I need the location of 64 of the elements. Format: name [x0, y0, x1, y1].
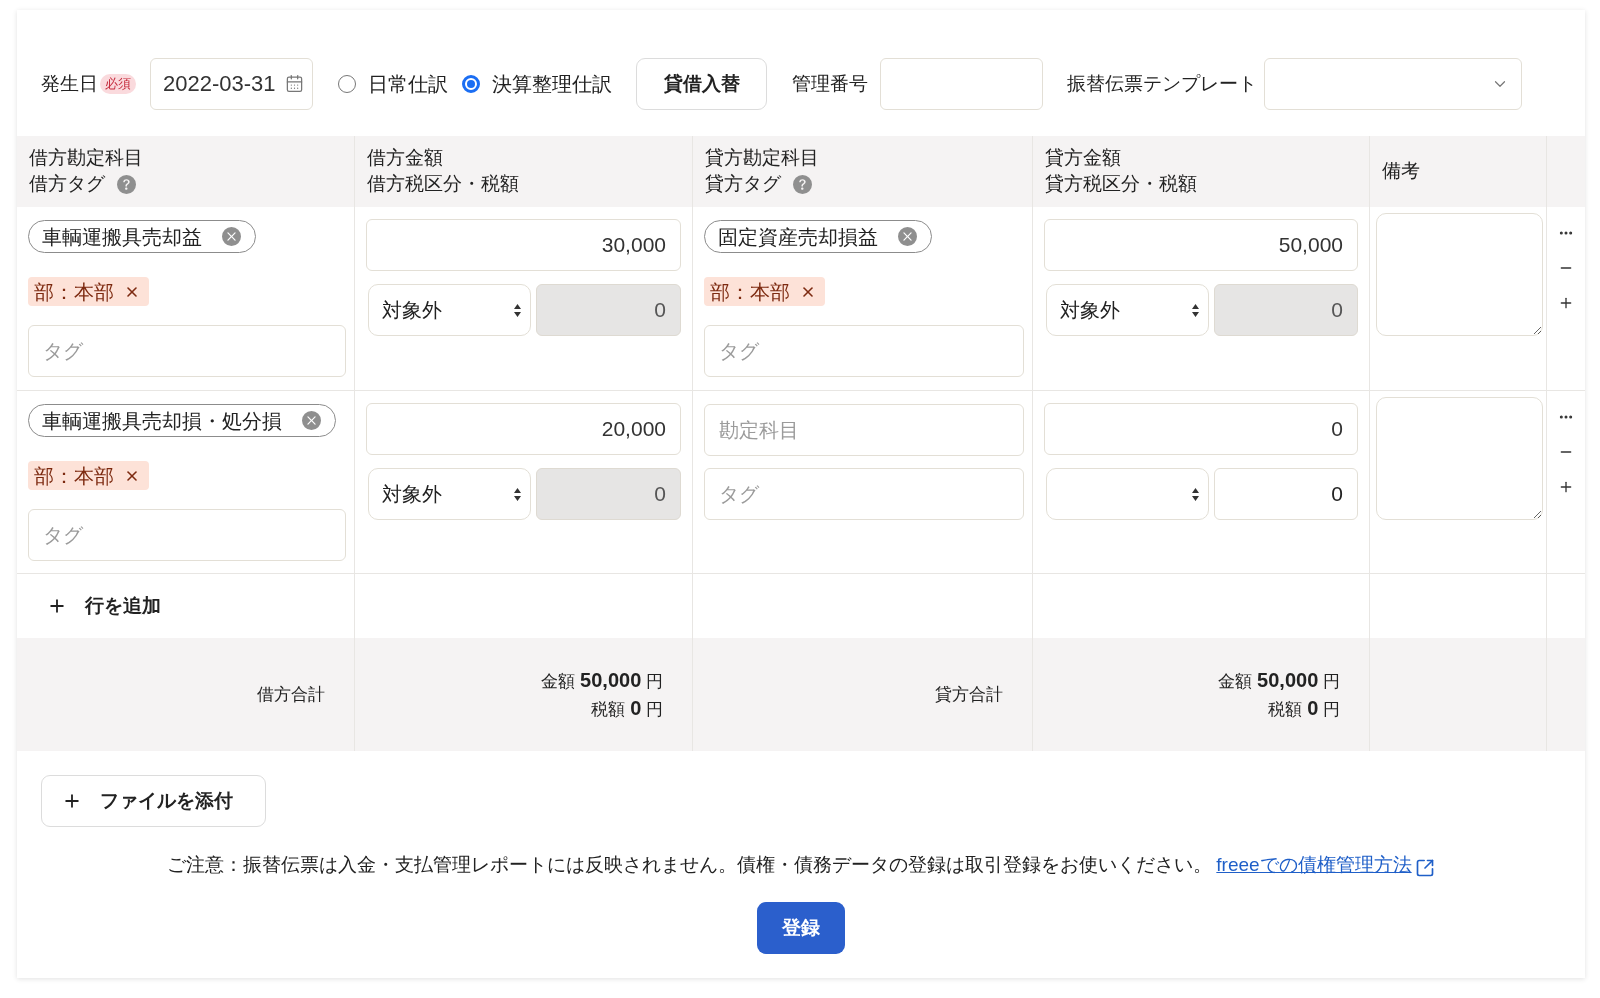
tag-chip: 部：本部: [28, 461, 149, 490]
plus-icon: [62, 791, 82, 811]
tag-field[interactable]: タグ: [28, 509, 346, 561]
updown-arrows-icon: [1192, 303, 1199, 317]
field-label: 管理番号: [792, 71, 868, 96]
help-link[interactable]: freeeでの債権管理方法: [1216, 852, 1412, 878]
add-row-button[interactable]: 行を追加: [47, 591, 161, 621]
tax-field[interactable]: 0: [1214, 468, 1358, 520]
swap-button[interactable]: 貸借入替: [636, 58, 767, 110]
help-icon[interactable]: [793, 175, 812, 194]
updown-arrows-icon: [514, 303, 521, 317]
total-label: 借方合計: [257, 683, 325, 706]
amount-field[interactable]: 30,000: [366, 219, 681, 271]
total-amount: 税額 0 円: [591, 695, 663, 721]
control-number-field[interactable]: [880, 58, 1043, 110]
tax-category-select[interactable]: 対象外: [368, 284, 531, 336]
field-label: 発生日: [41, 71, 98, 96]
updown-arrows-icon: [1192, 487, 1199, 501]
clear-icon[interactable]: [898, 227, 917, 246]
total-amount: 金額 50,000 円: [1218, 667, 1340, 693]
radio-label: 決算整理仕訳: [492, 72, 612, 97]
tax-category-select[interactable]: 対象外: [1046, 284, 1209, 336]
radio-button[interactable]: [462, 75, 480, 93]
plus-icon[interactable]: [1558, 295, 1574, 311]
amount-field[interactable]: 50,000: [1044, 219, 1358, 271]
column-header: 貸方タグ: [705, 172, 781, 197]
clear-icon[interactable]: [302, 411, 321, 430]
tag-field[interactable]: タグ: [704, 468, 1024, 520]
column-header: 借方税区分・税額: [367, 172, 519, 197]
column-header: 貸方税区分・税額: [1045, 172, 1197, 197]
updown-arrows-icon: [514, 487, 521, 501]
column-header: 借方金額: [367, 146, 443, 171]
memo-field[interactable]: [1376, 213, 1543, 336]
date-field[interactable]: 2022-03-31: [150, 58, 313, 110]
radio-label: 日常仕訳: [368, 72, 448, 97]
column-header: 備考: [1382, 159, 1420, 184]
column-header: 借方タグ: [29, 172, 105, 197]
column-header: 借方勘定科目: [29, 146, 143, 171]
tag-field[interactable]: タグ: [28, 325, 346, 377]
total-amount: 金額 50,000 円: [541, 667, 663, 693]
plus-icon: [47, 596, 67, 616]
radio-button[interactable]: [338, 75, 356, 93]
notice-text: ご注意：振替伝票は入金・支払管理レポートには反映されません。債権・債務データの登録は取引登録をお使いください。: [167, 853, 1213, 877]
plus-icon[interactable]: [1558, 479, 1574, 495]
tag-field[interactable]: タグ: [704, 325, 1024, 377]
attach-file-button[interactable]: ファイルを添付: [41, 775, 266, 827]
clear-icon[interactable]: [222, 227, 241, 246]
amount-field[interactable]: 0: [1044, 403, 1358, 455]
field-label: 振替伝票テンプレート: [1067, 71, 1257, 96]
tag-chip: 部：本部: [704, 277, 825, 306]
required-badge: 必須: [100, 74, 136, 94]
tax-category-select[interactable]: 対象外: [368, 468, 531, 520]
memo-field[interactable]: [1376, 397, 1543, 520]
help-icon[interactable]: [117, 175, 136, 194]
external-link-icon[interactable]: [1414, 858, 1435, 878]
calendar-icon[interactable]: [285, 74, 304, 93]
register-button[interactable]: 登録: [757, 902, 845, 954]
column-header: 貸方勘定科目: [705, 146, 819, 171]
column-header: 貸方金額: [1045, 146, 1121, 171]
account-field[interactable]: 勘定科目: [704, 404, 1024, 456]
tag-chip: 部：本部: [28, 277, 149, 306]
amount-field[interactable]: 20,000: [366, 403, 681, 455]
total-amount: 税額 0 円: [1268, 695, 1340, 721]
total-label: 貸方合計: [935, 683, 1003, 706]
